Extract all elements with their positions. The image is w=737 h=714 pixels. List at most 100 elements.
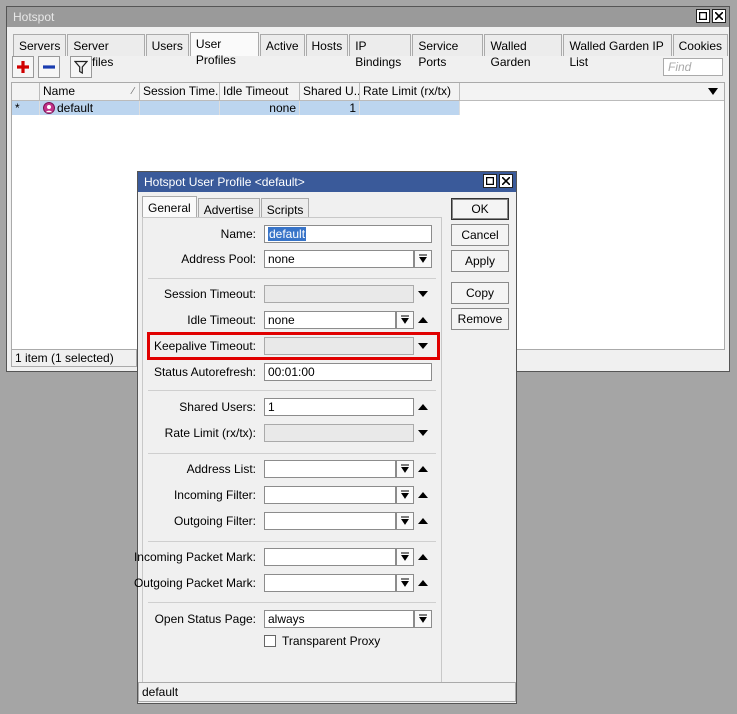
- chevron-down-icon: [418, 290, 428, 297]
- idle-timeout-label: Idle Timeout:: [187, 313, 256, 327]
- filter-button[interactable]: [70, 56, 92, 78]
- keepalive-timeout-expand[interactable]: [416, 337, 430, 355]
- add-button[interactable]: [12, 56, 34, 78]
- dropdown-arrow-icon: [401, 490, 409, 499]
- outgoing-filter-label: Outgoing Filter:: [173, 514, 256, 528]
- dialog-titlebar[interactable]: Hotspot User Profile <default>: [138, 172, 516, 192]
- address-pool-dropdown[interactable]: [414, 250, 432, 268]
- dropdown-arrow-icon: [401, 578, 409, 587]
- open-status-page-select[interactable]: always: [264, 610, 414, 628]
- column-header-name[interactable]: Name ∕: [40, 83, 140, 101]
- close-button[interactable]: [712, 9, 726, 23]
- tab-active[interactable]: Active: [259, 34, 305, 56]
- tab-users[interactable]: Users: [145, 34, 189, 56]
- session-timeout-input[interactable]: [264, 285, 414, 303]
- remove-item-button[interactable]: [38, 56, 60, 78]
- session-timeout-expand[interactable]: [416, 285, 430, 303]
- chevron-up-icon: [418, 517, 428, 524]
- address-pool-label: Address Pool:: [181, 252, 256, 266]
- cancel-button[interactable]: Cancel: [451, 224, 509, 246]
- tab-service-ports[interactable]: Service Ports: [412, 34, 484, 69]
- outgoing-filter-dropdown[interactable]: [396, 512, 414, 530]
- incoming-filter-collapse[interactable]: [416, 486, 430, 504]
- tab-walled-garden-ip-list[interactable]: Walled Garden IP List: [563, 34, 672, 69]
- address-list-collapse[interactable]: [416, 460, 430, 478]
- chevron-up-icon: [418, 579, 428, 586]
- rate-limit-expand[interactable]: [416, 424, 430, 442]
- open-status-page-dropdown[interactable]: [414, 610, 432, 628]
- column-header-session-timeout[interactable]: Session Time...: [140, 83, 220, 101]
- incoming-packet-mark-input[interactable]: [264, 548, 396, 566]
- ok-button[interactable]: OK: [451, 198, 509, 220]
- table-row[interactable]: * default none 1: [12, 101, 460, 115]
- tab-ip-bindings[interactable]: IP Bindings: [349, 34, 412, 69]
- rate-limit-label: Rate Limit (rx/tx):: [164, 426, 256, 440]
- address-pool-select[interactable]: none: [264, 250, 414, 268]
- dropdown-arrow-icon: [419, 254, 427, 263]
- idle-timeout-dropdown[interactable]: [396, 311, 414, 329]
- dialog-close-button[interactable]: [499, 174, 513, 188]
- dialog-maximize-button[interactable]: [483, 174, 497, 188]
- row-name-cell: default: [40, 101, 140, 115]
- incoming-packet-mark-dropdown[interactable]: [396, 548, 414, 566]
- separator: [148, 541, 436, 542]
- tab-servers[interactable]: Servers: [13, 34, 67, 56]
- outgoing-packet-mark-collapse[interactable]: [416, 574, 430, 592]
- outgoing-packet-mark-dropdown[interactable]: [396, 574, 414, 592]
- incoming-filter-dropdown[interactable]: [396, 486, 414, 504]
- name-label: Name:: [220, 227, 256, 241]
- tab-server-profiles[interactable]: Server Profiles: [67, 34, 145, 69]
- transparent-proxy-label[interactable]: Transparent Proxy: [282, 632, 380, 650]
- dialog-status-bar: default: [138, 682, 516, 702]
- plus-icon: [17, 61, 29, 73]
- name-input[interactable]: default: [264, 225, 432, 243]
- remove-button[interactable]: Remove: [451, 308, 509, 330]
- outgoing-packet-mark-input[interactable]: [264, 574, 396, 592]
- idle-timeout-collapse[interactable]: [416, 311, 430, 329]
- address-list-input[interactable]: [264, 460, 396, 478]
- outgoing-filter-collapse[interactable]: [416, 512, 430, 530]
- tab-walled-garden[interactable]: Walled Garden: [484, 34, 563, 69]
- close-icon: [502, 177, 510, 185]
- rate-limit-input[interactable]: [264, 424, 414, 442]
- transparent-proxy-checkbox[interactable]: [264, 635, 276, 647]
- column-header-idle-timeout[interactable]: Idle Timeout: [220, 83, 300, 101]
- column-header-shared-users[interactable]: Shared U...: [300, 83, 360, 101]
- hotspot-titlebar[interactable]: Hotspot: [7, 7, 729, 27]
- outgoing-packet-mark-label: Outgoing Packet Mark:: [133, 576, 256, 590]
- filter-icon: [74, 60, 88, 74]
- row-idle-timeout: none: [220, 101, 300, 115]
- status-autorefresh-input[interactable]: 00:01:00: [264, 363, 432, 381]
- address-list-dropdown[interactable]: [396, 460, 414, 478]
- keepalive-timeout-input[interactable]: [264, 337, 414, 355]
- maximize-icon: [486, 177, 494, 185]
- copy-button[interactable]: Copy: [451, 282, 509, 304]
- incoming-filter-input[interactable]: [264, 486, 396, 504]
- apply-button[interactable]: Apply: [451, 250, 509, 272]
- tab-cookies[interactable]: Cookies: [672, 34, 728, 56]
- keepalive-timeout-label: Keepalive Timeout:: [153, 339, 256, 353]
- tab-hosts[interactable]: Hosts: [305, 34, 349, 56]
- outgoing-filter-input[interactable]: [264, 512, 396, 530]
- maximize-button[interactable]: [696, 9, 710, 23]
- shared-users-input[interactable]: 1: [264, 398, 414, 416]
- chevron-up-icon: [418, 465, 428, 472]
- shared-users-label: Shared Users:: [179, 400, 256, 414]
- column-header-rate-limit[interactable]: Rate Limit (rx/tx): [360, 83, 460, 101]
- incoming-filter-label: Incoming Filter:: [173, 488, 256, 502]
- shared-users-collapse[interactable]: [416, 398, 430, 416]
- find-input[interactable]: Find: [663, 58, 723, 76]
- row-rate-limit: [360, 101, 460, 115]
- incoming-packet-mark-collapse[interactable]: [416, 548, 430, 566]
- dropdown-arrow-icon: [401, 552, 409, 561]
- minus-icon: [43, 65, 55, 69]
- row-flag: *: [12, 101, 40, 115]
- incoming-packet-mark-label: Incoming Packet Mark:: [133, 550, 256, 564]
- window-title: Hotspot: [13, 10, 55, 24]
- flag-column-header[interactable]: [12, 83, 40, 101]
- dialog-title: Hotspot User Profile <default>: [144, 175, 305, 189]
- tab-user-profiles[interactable]: User Profiles: [189, 32, 259, 67]
- idle-timeout-input[interactable]: none: [264, 311, 396, 329]
- user-profile-dialog: Hotspot User Profile <default> General A…: [133, 171, 517, 704]
- status-autorefresh-label: Status Autorefresh:: [153, 365, 256, 379]
